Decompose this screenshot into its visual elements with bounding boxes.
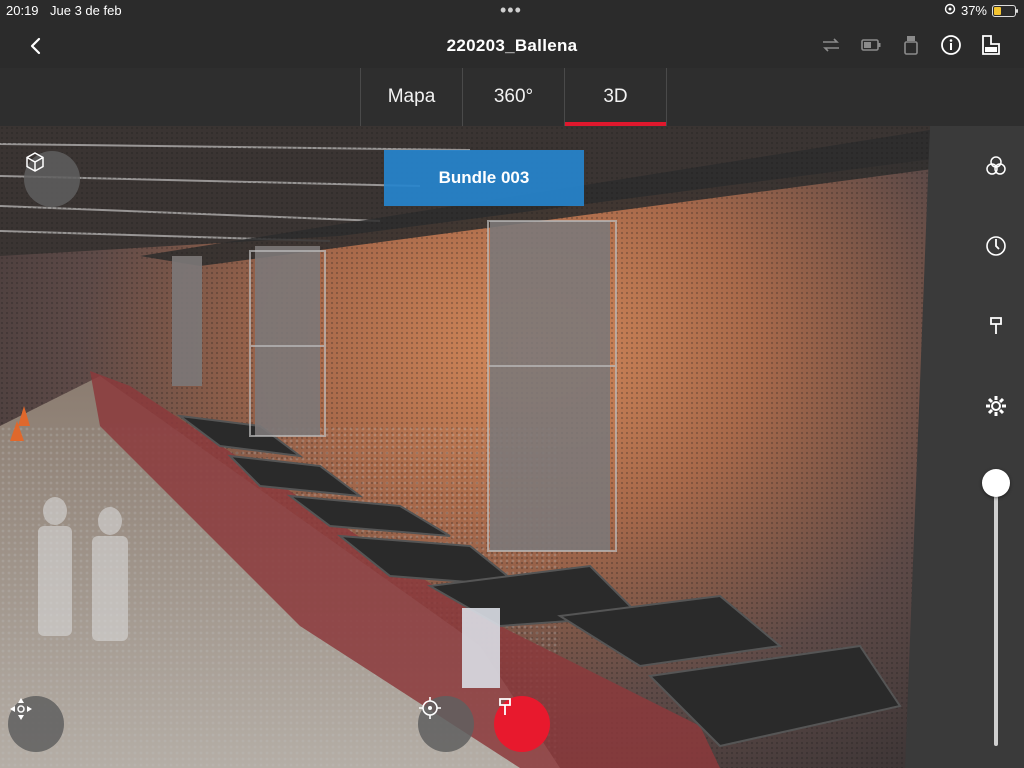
navigation-mode-button[interactable] <box>8 696 64 752</box>
tab-360[interactable]: 360° <box>462 68 564 126</box>
status-time: 20:19 <box>6 3 39 18</box>
cube-icon <box>26 152 44 172</box>
density-slider-thumb[interactable] <box>982 469 1010 497</box>
battery-percent: 37% <box>960 3 987 18</box>
density-slider-track[interactable] <box>994 484 998 746</box>
view-tabs: Mapa 360° 3D <box>360 68 667 126</box>
move-arrows-icon <box>10 698 32 720</box>
gear-icon[interactable] <box>982 392 1010 420</box>
tab-3d[interactable]: 3D <box>564 68 667 126</box>
multitask-dots[interactable]: ••• <box>500 0 522 21</box>
battery-scanner-icon[interactable] <box>860 34 882 56</box>
toolbar <box>820 34 1002 56</box>
battery-icon <box>992 4 1018 17</box>
status-bar: 20:19 Jue 3 de feb ••• 37% <box>0 0 1024 24</box>
view-cube-button[interactable] <box>24 151 80 207</box>
layers-icon[interactable] <box>980 34 1002 56</box>
status-date: Jue 3 de feb <box>50 3 122 18</box>
point-cloud-scene <box>0 126 968 768</box>
info-icon[interactable] <box>940 34 962 56</box>
pin-icon <box>499 698 511 715</box>
bundle-label[interactable]: Bundle 003 <box>384 150 584 206</box>
title-bar: 220203_Ballena <box>0 24 1024 68</box>
side-panel <box>968 126 1024 768</box>
locate-button[interactable] <box>418 696 474 752</box>
compass-icon[interactable] <box>982 232 1010 260</box>
status-right: 37% <box>944 3 1018 18</box>
circles-icon[interactable] <box>982 152 1010 180</box>
pin-icon[interactable] <box>982 312 1010 340</box>
tab-mapa[interactable]: Mapa <box>360 68 462 126</box>
orientation-lock-icon <box>944 3 956 18</box>
sync-icon[interactable] <box>820 34 842 56</box>
view-tabs-bar: Mapa 360° 3D <box>0 68 1024 127</box>
point-cloud-viewport[interactable] <box>0 126 968 768</box>
add-pin-button[interactable] <box>494 696 550 752</box>
scanner-icon[interactable] <box>900 34 922 56</box>
crosshair-icon <box>419 697 441 719</box>
